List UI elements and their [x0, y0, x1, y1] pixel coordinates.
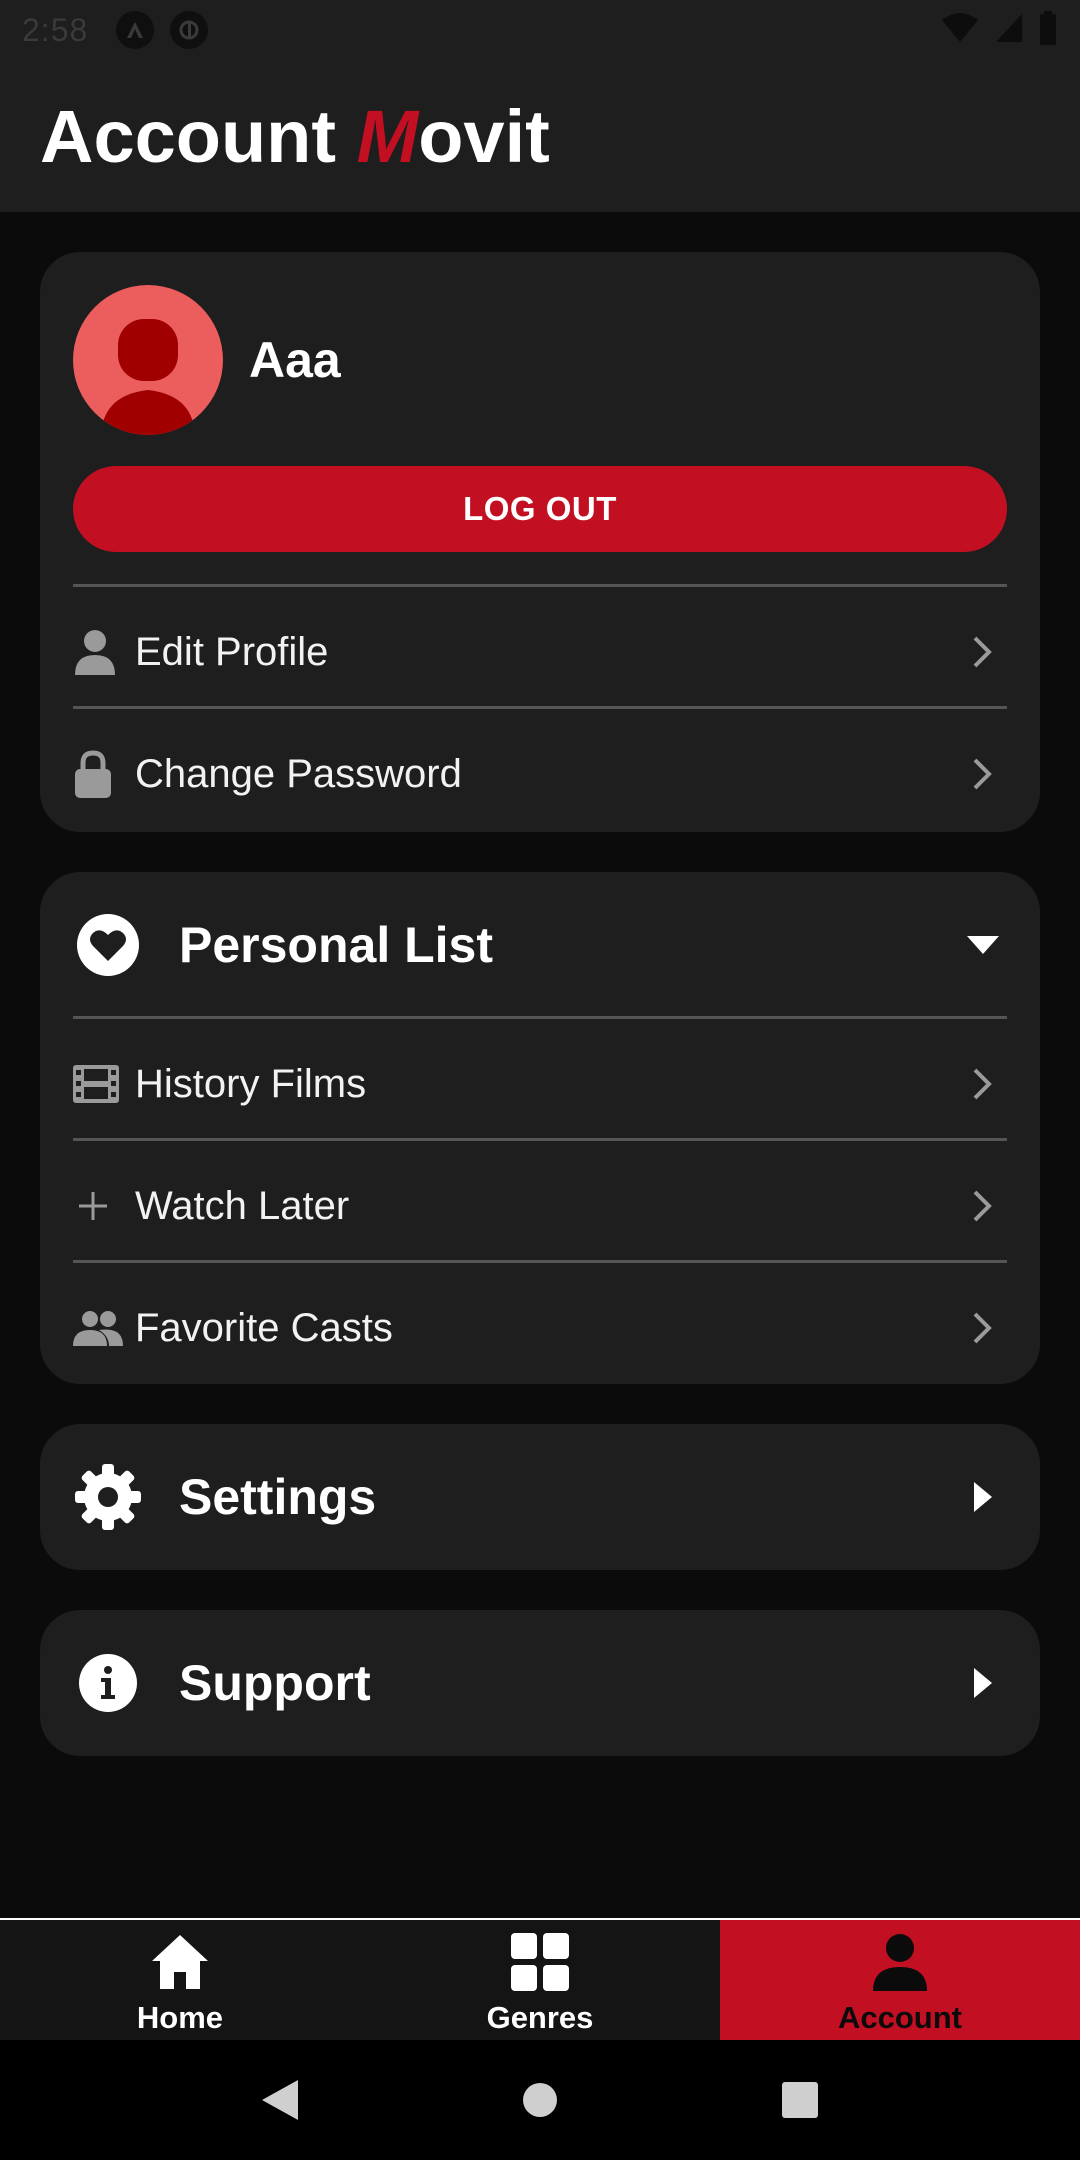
info-icon: [73, 1648, 143, 1718]
menu-item-label: Change Password: [135, 751, 462, 796]
section-title: Settings: [179, 1469, 377, 1525]
settings-header[interactable]: Settings: [73, 1424, 1007, 1570]
settings-card[interactable]: Settings: [40, 1424, 1040, 1570]
lock-icon: [73, 749, 123, 799]
list-item-history-films[interactable]: History Films: [73, 1024, 1007, 1144]
section-title: Personal List: [179, 917, 493, 973]
page-title: Account Movit: [40, 94, 550, 179]
wifi-icon: [940, 12, 980, 49]
profile-row: Aaa: [73, 285, 341, 435]
status-time: 2:58: [22, 11, 89, 48]
chevron-right-icon: [967, 754, 997, 794]
chevron-right-icon: [967, 632, 997, 672]
notification-b-icon: [170, 11, 209, 49]
app-header: Account Movit: [0, 60, 1080, 212]
list-item-favorite-casts[interactable]: Favorite Casts: [73, 1268, 1007, 1388]
profile-card: Aaa LOG OUT Edit Profile Change Password: [40, 252, 1040, 832]
nav-label: Account: [838, 2000, 962, 2035]
grid-icon: [508, 1930, 572, 1994]
nav-item-genres[interactable]: Genres: [360, 1920, 720, 2040]
notification-a-icon: [116, 11, 155, 49]
menu-item-label: Favorite Casts: [135, 1305, 393, 1350]
divider: [73, 1260, 1007, 1263]
section-title: Support: [179, 1655, 371, 1711]
logout-button[interactable]: LOG OUT: [73, 466, 1007, 552]
caret-right-icon[interactable]: [963, 1477, 1003, 1517]
username: Aaa: [249, 332, 341, 388]
gear-icon: [73, 1462, 143, 1532]
menu-item-edit-profile[interactable]: Edit Profile: [73, 592, 1007, 712]
people-icon: [73, 1303, 123, 1353]
battery-icon: [1038, 10, 1058, 50]
personal-list-card: Personal List History Films Watch Later …: [40, 872, 1040, 1384]
avatar[interactable]: [73, 285, 223, 435]
list-item-watch-later[interactable]: Watch Later: [73, 1146, 1007, 1266]
home-circle-icon[interactable]: [510, 2070, 570, 2130]
menu-item-label: History Films: [135, 1061, 367, 1106]
chevron-right-icon: [967, 1308, 997, 1348]
caret-down-icon[interactable]: [963, 925, 1003, 965]
divider: [73, 584, 1007, 587]
film-icon: [73, 1059, 123, 1109]
support-card[interactable]: Support: [40, 1610, 1040, 1756]
brand-letter: M: [356, 94, 419, 178]
divider: [73, 1138, 1007, 1141]
nav-label: Home: [136, 2000, 224, 2035]
divider: [73, 706, 1007, 709]
menu-item-label: Edit Profile: [135, 629, 329, 674]
person-icon: [73, 627, 123, 677]
plus-icon: [73, 1181, 123, 1231]
menu-item-label: Watch Later: [135, 1183, 350, 1228]
home-icon: [148, 1930, 212, 1994]
avatar-person-icon: [101, 319, 195, 435]
menu-item-change-password[interactable]: Change Password: [73, 714, 1007, 834]
nav-item-account[interactable]: Account: [720, 1920, 1080, 2040]
caret-right-icon[interactable]: [963, 1663, 1003, 1703]
title-prefix: Account: [40, 94, 357, 178]
divider: [73, 1016, 1007, 1019]
bottom-nav: Home Genres Account: [0, 1918, 1080, 2040]
chevron-right-icon: [967, 1064, 997, 1104]
system-nav: [0, 2040, 1080, 2160]
brand-rest: ovit: [418, 94, 550, 178]
account-icon: [868, 1930, 932, 1994]
chevron-right-icon: [967, 1186, 997, 1226]
signal-icon: [994, 12, 1024, 49]
personal-list-header[interactable]: Personal List: [73, 872, 1007, 1018]
support-header[interactable]: Support: [73, 1610, 1007, 1756]
recents-icon[interactable]: [770, 2070, 830, 2130]
back-icon[interactable]: [250, 2070, 310, 2130]
nav-item-home[interactable]: Home: [0, 1920, 360, 2040]
status-bar: 2:58: [0, 0, 1080, 60]
nav-label: Genres: [486, 2000, 594, 2035]
heart-icon: [73, 910, 143, 980]
